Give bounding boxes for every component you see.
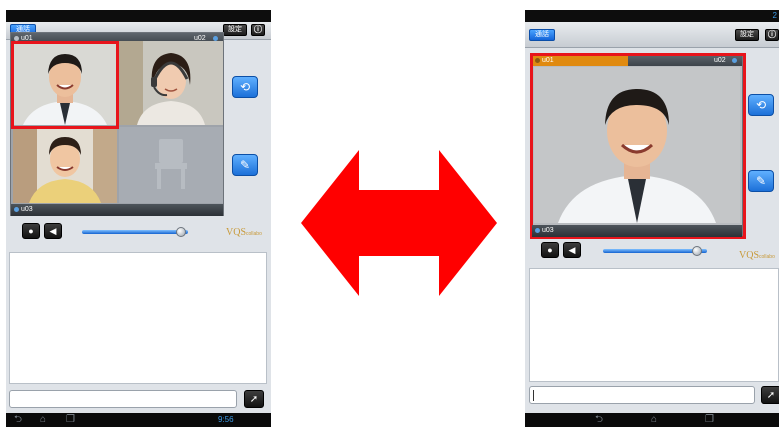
mic-button[interactable]: ● xyxy=(22,223,40,239)
man-portrait-image xyxy=(534,67,740,223)
recent-apps-icon[interactable]: ❐ xyxy=(66,413,75,427)
send-icon: ➚ xyxy=(249,393,259,405)
empty-chair-icon xyxy=(155,139,187,189)
back-icon[interactable]: ⮌ xyxy=(595,413,603,427)
status-bar xyxy=(6,10,271,22)
call-button[interactable]: 通話 xyxy=(529,29,555,41)
video-panel: u01 u02 u03 xyxy=(530,53,746,239)
home-icon[interactable]: ⌂ xyxy=(651,413,657,427)
right-phone-screen: 2 通話 設定 ⓘ u01 u02 u03 ⟲ ✎ ● ◀ VQScollabo… xyxy=(525,10,779,427)
user-label-u03: u03 xyxy=(21,206,33,213)
switch-camera-button[interactable]: ⟲ xyxy=(232,76,258,98)
user-status-dot xyxy=(535,58,540,63)
user-status-dot xyxy=(535,228,540,233)
video-tile-u01[interactable] xyxy=(13,41,117,125)
switch-camera-icon: ⟲ xyxy=(239,80,251,94)
edit-icon: ✎ xyxy=(755,174,767,188)
user-status-dot xyxy=(732,58,737,63)
video-panel-footer: u03 xyxy=(532,225,742,237)
clock-text: 9:56 xyxy=(218,415,234,424)
speaker-icon: ◀ xyxy=(49,225,57,236)
top-toolbar: 通話 設定 ⓘ xyxy=(525,22,779,48)
status-bar: 2 xyxy=(525,10,779,22)
empty-video-tile xyxy=(119,127,223,203)
back-icon[interactable]: ⮌ xyxy=(14,413,22,427)
swap-arrow-icon xyxy=(301,150,497,296)
video-tile-u03[interactable] xyxy=(13,127,117,203)
volume-slider[interactable] xyxy=(82,230,188,234)
boy-portrait-image xyxy=(13,127,117,203)
video-tile-u02[interactable] xyxy=(119,41,223,125)
mic-icon: ● xyxy=(547,245,553,255)
system-navigation-bar: ⮌ ⌂ ❐ xyxy=(525,413,779,427)
info-button[interactable]: ⓘ xyxy=(251,24,265,36)
vqs-logo: VQScollabo xyxy=(226,227,262,238)
chat-input-field[interactable] xyxy=(9,390,237,408)
video-tile-u01-enlarged[interactable] xyxy=(534,67,740,223)
home-icon[interactable]: ⌂ xyxy=(40,413,46,427)
vqs-logo: VQScollabo xyxy=(739,250,775,261)
video-panel-header: u01 u02 xyxy=(532,55,742,66)
system-navigation-bar: ⮌ ⌂ ❐ 9:56 xyxy=(6,413,271,427)
girl-portrait-image xyxy=(119,41,223,125)
speaker-icon: ◀ xyxy=(568,244,576,255)
chat-input-field[interactable] xyxy=(529,386,755,404)
settings-button[interactable]: 設定 xyxy=(223,24,247,36)
switch-camera-icon: ⟲ xyxy=(755,98,767,112)
send-icon: ➚ xyxy=(766,389,776,401)
settings-button[interactable]: 設定 xyxy=(735,29,759,41)
user-label-u01: u01 xyxy=(542,57,554,64)
switch-camera-button[interactable]: ⟲ xyxy=(748,94,774,116)
video-panel: u01 u02 u03 xyxy=(10,32,224,216)
left-phone-screen: 通話 設定 ⓘ u01 u02 u03 ⟲ ✎ ● ◀ VQScollabo ➚… xyxy=(6,10,271,427)
status-time-text: 2 xyxy=(772,11,777,20)
man-portrait-image xyxy=(13,41,117,125)
recent-apps-icon[interactable]: ❐ xyxy=(705,413,714,427)
send-button[interactable]: ➚ xyxy=(244,390,264,408)
chat-history-area xyxy=(529,268,779,382)
video-panel-footer: u03 xyxy=(11,204,223,216)
volume-slider-knob[interactable] xyxy=(175,227,186,237)
edit-icon: ✎ xyxy=(239,158,251,172)
chat-history-area xyxy=(9,252,267,384)
mic-button[interactable]: ● xyxy=(541,242,559,258)
user-label-u02: u02 xyxy=(714,57,726,64)
edit-button[interactable]: ✎ xyxy=(232,154,258,176)
speaker-button[interactable]: ◀ xyxy=(44,223,62,239)
volume-slider-knob[interactable] xyxy=(691,246,702,256)
send-button[interactable]: ➚ xyxy=(761,386,779,404)
info-button[interactable]: ⓘ xyxy=(765,29,779,41)
mic-icon: ● xyxy=(28,226,34,236)
edit-button[interactable]: ✎ xyxy=(748,170,774,192)
speaker-button[interactable]: ◀ xyxy=(563,242,581,258)
user-label-u03: u03 xyxy=(542,227,554,234)
text-cursor xyxy=(533,390,534,401)
user-status-dot xyxy=(14,207,19,212)
